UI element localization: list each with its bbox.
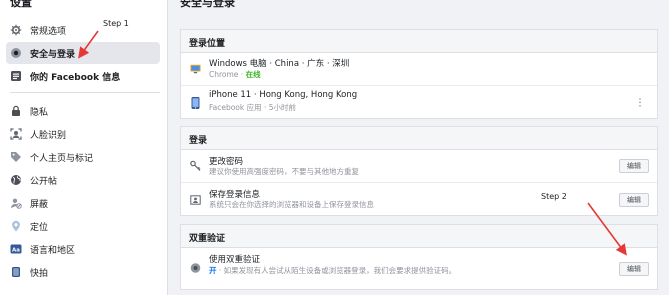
annotation-arrows xyxy=(78,30,627,256)
step2-arrow xyxy=(587,202,627,256)
step1-arrow xyxy=(78,30,99,59)
